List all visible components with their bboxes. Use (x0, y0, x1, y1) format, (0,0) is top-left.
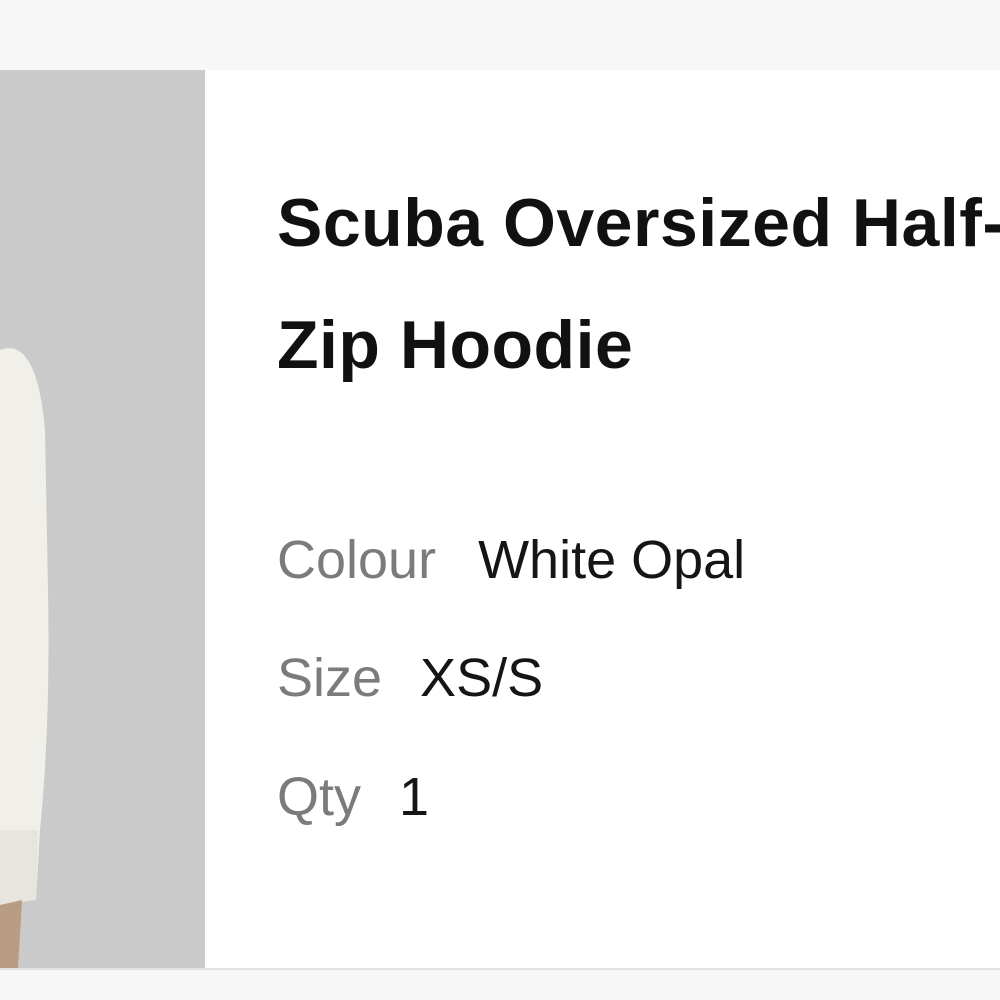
size-value: XS/S (420, 648, 544, 708)
colour-label: Colour (277, 530, 437, 590)
cart-item-card: Scuba Oversized Half-Zip Hoodie Colour Wh… (0, 70, 1000, 970)
product-image[interactable] (0, 70, 205, 968)
product-details: Scuba Oversized Half-Zip Hoodie Colour Wh… (277, 70, 1000, 968)
size-row: Size XS/S (277, 648, 543, 708)
colour-row: Colour White Opal (277, 530, 745, 590)
colour-value: White Opal (478, 530, 746, 590)
product-title[interactable]: Scuba Oversized Half-Zip Hoodie (277, 162, 1000, 406)
quantity-row: Qty 1 (277, 767, 429, 827)
quantity-label: Qty (277, 767, 362, 827)
quantity-value: 1 (399, 767, 430, 827)
cart-page: Scuba Oversized Half-Zip Hoodie Colour Wh… (0, 0, 1000, 1000)
size-label: Size (277, 648, 383, 708)
product-photo (0, 70, 205, 968)
